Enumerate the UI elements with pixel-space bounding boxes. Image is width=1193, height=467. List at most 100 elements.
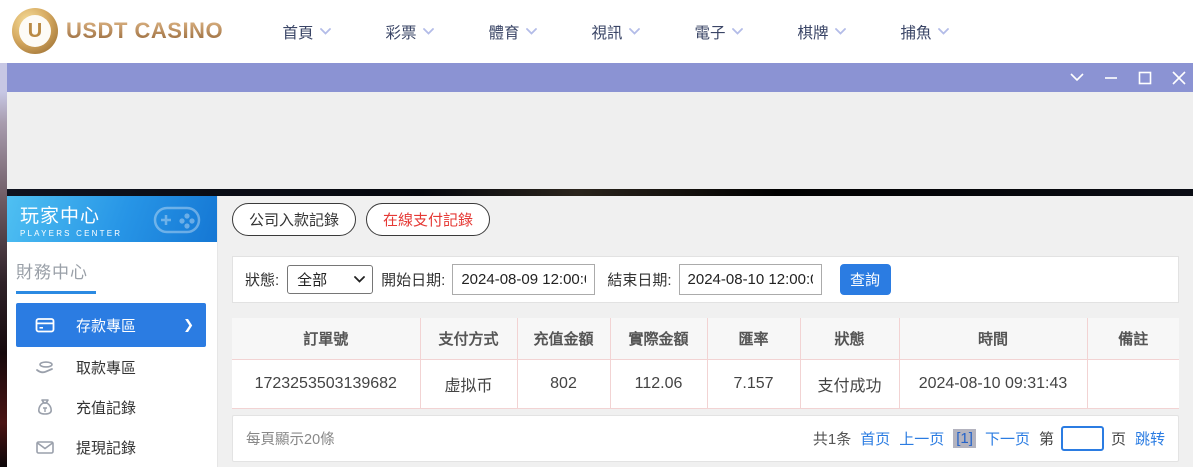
start-date-label: 開始日期: (381, 269, 445, 290)
tab-online-payment-records[interactable]: 在線支付記錄 (366, 203, 490, 236)
nav-item-cards[interactable]: 棋牌 (770, 0, 873, 63)
player-center-panel: 玩家中心 PLAYERS CENTER 財務中心 (7, 196, 1193, 467)
column-header-rate: 匯率 (707, 318, 800, 359)
sidebar-section-label: 財務中心 (16, 263, 88, 282)
sidebar-item-label: 提現記錄 (76, 437, 136, 458)
window-controls (1069, 63, 1187, 92)
column-header-actual-amount: 實際金額 (610, 318, 707, 359)
table-header-row: 訂單號 支付方式 充值金額 實際金額 匯率 狀態 時間 備註 (232, 318, 1179, 359)
withdraw-hand-icon (35, 357, 55, 377)
nav-item-home[interactable]: 首頁 (255, 0, 358, 63)
window-titlebar (7, 63, 1193, 92)
status-select-value: 全部 (297, 269, 327, 290)
status-select[interactable]: 全部 (287, 265, 373, 294)
sidebar-item-label: 存款專區 (76, 315, 136, 336)
chevron-right-icon: ❯ (183, 317, 194, 333)
sidebar-header: 玩家中心 PLAYERS CENTER (7, 196, 217, 242)
page-size-text: 每頁顯示20條 (246, 428, 335, 449)
nav-item-lottery[interactable]: 彩票 (358, 0, 461, 63)
column-header-remark: 備註 (1087, 318, 1179, 359)
column-header-recharge-amount: 充值金額 (517, 318, 610, 359)
tab-company-deposit-records[interactable]: 公司入款記錄 (232, 203, 356, 236)
nav-item-fishing[interactable]: 捕魚 (873, 0, 976, 63)
start-date-input[interactable] (452, 264, 595, 295)
column-header-status: 狀態 (800, 318, 899, 359)
sidebar-menu: 存款專區 ❯ 取款專區 充值記錄 (7, 303, 217, 467)
pagination-bar: 每頁顯示20條 共1条 首页 上一页 [1] 下一页 第 页 跳转 (232, 415, 1179, 462)
query-button[interactable]: 查詢 (840, 264, 891, 295)
chevron-down-icon (526, 28, 537, 35)
background-photo-strip (0, 63, 7, 467)
nav-item-label: 電子 (694, 21, 725, 43)
cell-status: 支付成功 (800, 359, 899, 408)
nav-menu: 首頁 彩票 體育 視訊 電子 棋牌 (255, 0, 976, 63)
nav-item-sports[interactable]: 體育 (461, 0, 564, 63)
tabs: 公司入款記錄 在線支付記錄 (232, 203, 490, 236)
sidebar-item-withdraw[interactable]: 取款專區 (16, 347, 206, 387)
logo-letter: U (19, 15, 51, 47)
section-underline (16, 291, 96, 294)
usdt-logo-icon: U (12, 8, 58, 54)
cell-time: 2024-08-10 09:31:43 (899, 359, 1087, 408)
column-header-pay-method: 支付方式 (420, 318, 517, 359)
screen: U USDT CASINO 首頁 彩票 體育 視訊 電子 (0, 0, 1193, 467)
nav-item-label: 視訊 (591, 21, 622, 43)
nav-item-label: 彩票 (385, 21, 416, 43)
next-page-link[interactable]: 下一页 (985, 428, 1030, 449)
page-jump-input[interactable] (1061, 426, 1104, 451)
end-date-input[interactable] (679, 264, 822, 295)
close-icon[interactable] (1171, 70, 1187, 86)
sidebar-item-deposit[interactable]: 存款專區 ❯ (16, 303, 206, 347)
nav-item-video[interactable]: 視訊 (564, 0, 667, 63)
nav-item-label: 首頁 (282, 21, 313, 43)
chevron-down-icon (938, 28, 949, 35)
cell-actual-amount: 112.06 (610, 359, 707, 408)
column-header-time: 時間 (899, 318, 1087, 359)
jump-suffix-label: 页 (1111, 428, 1126, 449)
end-date-label: 結束日期: (607, 269, 671, 290)
chevron-down-icon (629, 28, 640, 35)
sidebar: 玩家中心 PLAYERS CENTER 財務中心 (7, 196, 218, 467)
cell-order-no: 1723253503139682 (232, 359, 420, 408)
jump-button[interactable]: 跳转 (1135, 428, 1165, 449)
maximize-icon[interactable] (1137, 70, 1153, 86)
minimize-icon[interactable] (1103, 70, 1119, 86)
total-count: 共1条 (813, 428, 851, 449)
chevron-down-icon (732, 28, 743, 35)
chevron-down-icon (423, 28, 434, 35)
nav-item-slots[interactable]: 電子 (667, 0, 770, 63)
select-chevron-icon (354, 276, 365, 283)
first-page-link[interactable]: 首页 (860, 428, 890, 449)
nav-item-label: 體育 (488, 21, 519, 43)
dark-divider (7, 189, 1193, 196)
window-chevron-icon[interactable] (1069, 70, 1085, 86)
pager: 共1条 首页 上一页 [1] 下一页 第 页 跳转 (813, 426, 1165, 451)
jump-prefix-label: 第 (1039, 428, 1054, 449)
records-table: 訂單號 支付方式 充值金額 實際金額 匯率 狀態 時間 備註 172325350 (232, 318, 1179, 409)
sidebar-item-label: 充值記錄 (76, 397, 136, 418)
sidebar-item-recharge-records[interactable]: 充值記錄 (16, 387, 206, 427)
brand-text: USDT CASINO (66, 18, 223, 44)
cell-remark (1087, 359, 1179, 408)
cell-pay-method: 虚拟币 (420, 359, 517, 408)
nav-item-label: 捕魚 (900, 21, 931, 43)
nav-item-label: 棋牌 (797, 21, 828, 43)
window-empty-area (7, 92, 1193, 189)
status-label: 狀態: (245, 269, 279, 290)
chevron-down-icon (835, 28, 846, 35)
sidebar-item-label: 取款專區 (76, 357, 136, 378)
main-content: 公司入款記錄 在線支付記錄 狀態: 全部 開始日期: 結束日期: 查詢 (218, 196, 1193, 467)
filter-bar: 狀態: 全部 開始日期: 結束日期: 查詢 (232, 256, 1179, 303)
envelope-icon (35, 437, 55, 457)
prev-page-link[interactable]: 上一页 (899, 428, 944, 449)
moneybag-icon (35, 397, 55, 417)
gamepad-icon (151, 200, 203, 238)
column-header-order-no: 訂單號 (232, 318, 420, 359)
table-row: 1723253503139682 虚拟币 802 112.06 7.157 支付… (232, 359, 1179, 408)
current-page[interactable]: [1] (953, 429, 976, 448)
cell-recharge-amount: 802 (517, 359, 610, 408)
sidebar-section-title: 財務中心 (16, 258, 217, 294)
sidebar-item-withdrawal-records[interactable]: 提現記錄 (16, 427, 206, 467)
chevron-down-icon (320, 28, 331, 35)
brand[interactable]: U USDT CASINO (12, 8, 223, 54)
